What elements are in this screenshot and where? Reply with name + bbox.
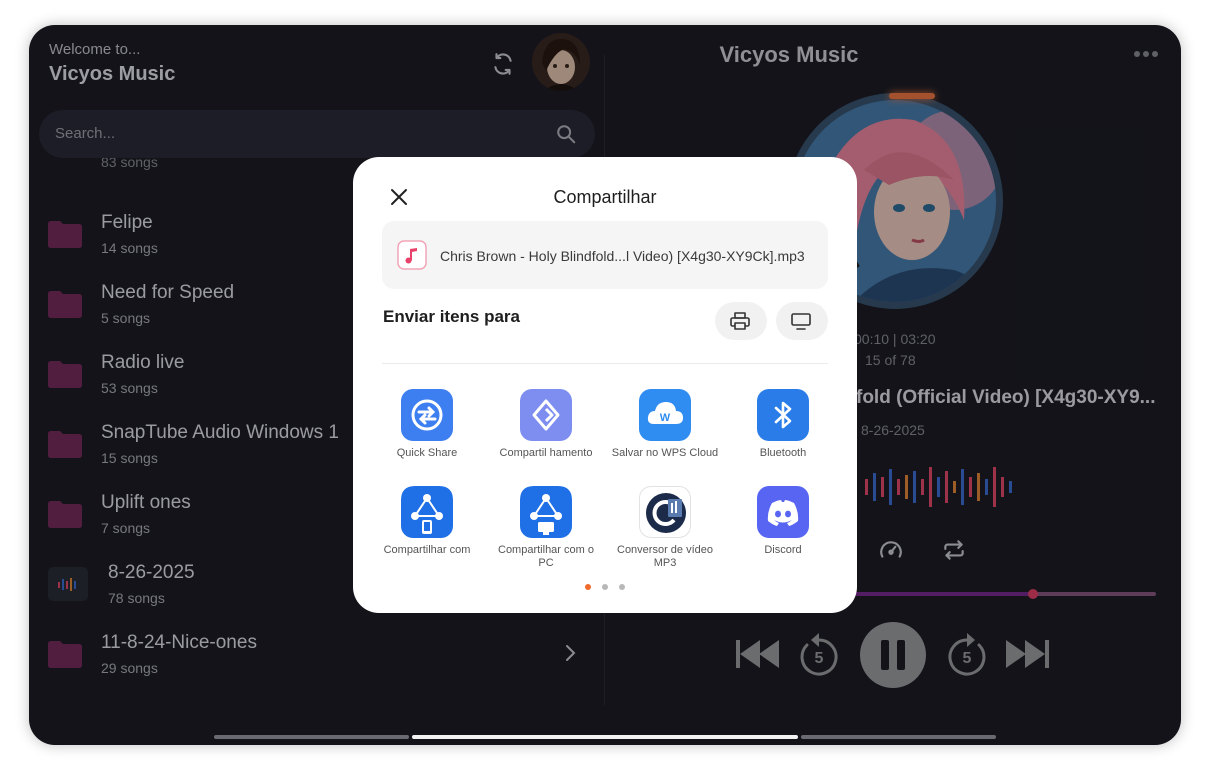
page-dot[interactable] (619, 584, 625, 590)
cast-screen-button[interactable] (776, 302, 828, 340)
page-indicator (585, 584, 625, 590)
page-dot[interactable] (585, 584, 591, 590)
file-name: Chris Brown - Holy Blindfold...l Video) … (440, 248, 805, 264)
bluetooth-icon (757, 389, 809, 441)
share-target-label: Compartilhar com (383, 544, 471, 556)
share-target-label: Compartil hamento (499, 447, 593, 459)
dialog-divider (382, 363, 828, 364)
home-indicator[interactable] (412, 735, 798, 739)
share-dialog: Compartilhar Chris Brown - Holy Blindfol… (353, 157, 857, 613)
share-target-label: Salvar no WPS Cloud (611, 447, 719, 459)
nav-handle-right (801, 735, 996, 739)
send-items-label: Enviar itens para (383, 307, 521, 326)
shareit-phone-icon (401, 486, 453, 538)
mp3-converter-icon (639, 486, 691, 538)
share-target-label: Conversor de vídeo MP3 (617, 544, 713, 569)
share-target-label: Quick Share (396, 447, 458, 459)
quick-share-icon (401, 389, 453, 441)
printer-icon (730, 312, 750, 330)
page-dot[interactable] (602, 584, 608, 590)
shareit-pc-icon (520, 486, 572, 538)
shared-file: Chris Brown - Holy Blindfold...l Video) … (382, 221, 828, 289)
dialog-title: Compartilhar (553, 187, 657, 207)
svg-text:W: W (660, 412, 671, 424)
share-target-label: Bluetooth (759, 447, 807, 459)
nearby-share-icon (520, 389, 572, 441)
print-button[interactable] (715, 302, 767, 340)
monitor-icon (791, 313, 811, 330)
share-target-label: Compartilhar com o PC (498, 544, 594, 569)
nav-handle-left (214, 735, 409, 739)
share-target-label: Discord (764, 544, 802, 556)
discord-icon (757, 486, 809, 538)
wps-cloud-icon: W (639, 389, 691, 441)
music-file-icon (397, 240, 427, 270)
